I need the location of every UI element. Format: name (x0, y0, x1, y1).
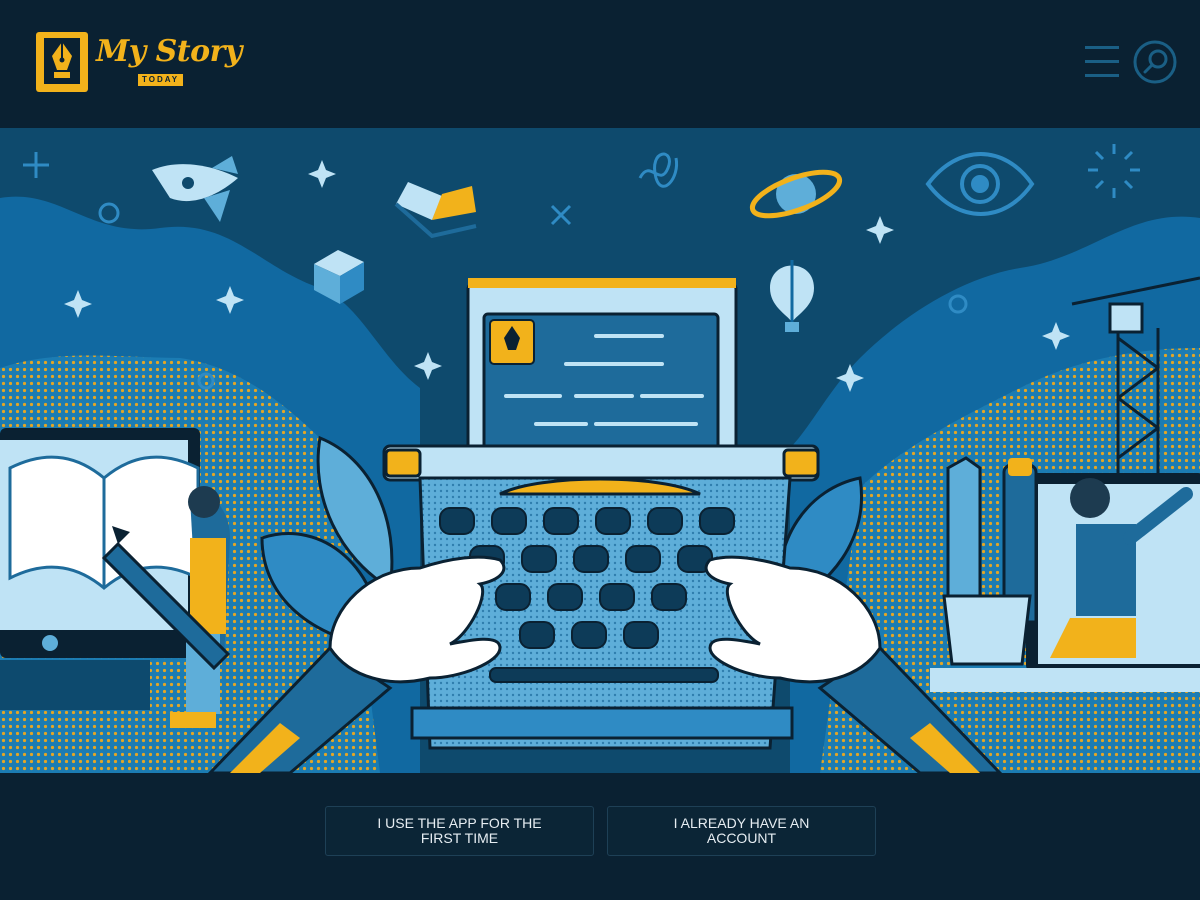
app-header: My Story TODAY (0, 0, 1200, 128)
typewriter-hands-illustration (0, 128, 1200, 773)
pen-nib-icon (36, 32, 88, 92)
menu-button[interactable] (1084, 44, 1120, 80)
search-icon (1133, 40, 1177, 84)
action-bar: I USE THE APP FOR THE FIRST TIME I ALREA… (0, 773, 1200, 900)
logo-name: My Story (96, 34, 242, 69)
first-time-button-label: I USE THE APP FOR THE FIRST TIME (377, 815, 542, 846)
existing-account-button-label: I ALREADY HAVE AN ACCOUNT (673, 815, 810, 846)
hamburger-menu-icon (1085, 46, 1119, 77)
existing-account-button[interactable]: I ALREADY HAVE AN ACCOUNT (607, 806, 876, 856)
search-button[interactable] (1133, 40, 1177, 84)
logo-subtext: TODAY (138, 74, 184, 86)
app-logo[interactable]: My Story TODAY (34, 30, 242, 96)
hero-illustration (0, 128, 1200, 773)
first-time-button[interactable]: I USE THE APP FOR THE FIRST TIME (325, 806, 594, 856)
